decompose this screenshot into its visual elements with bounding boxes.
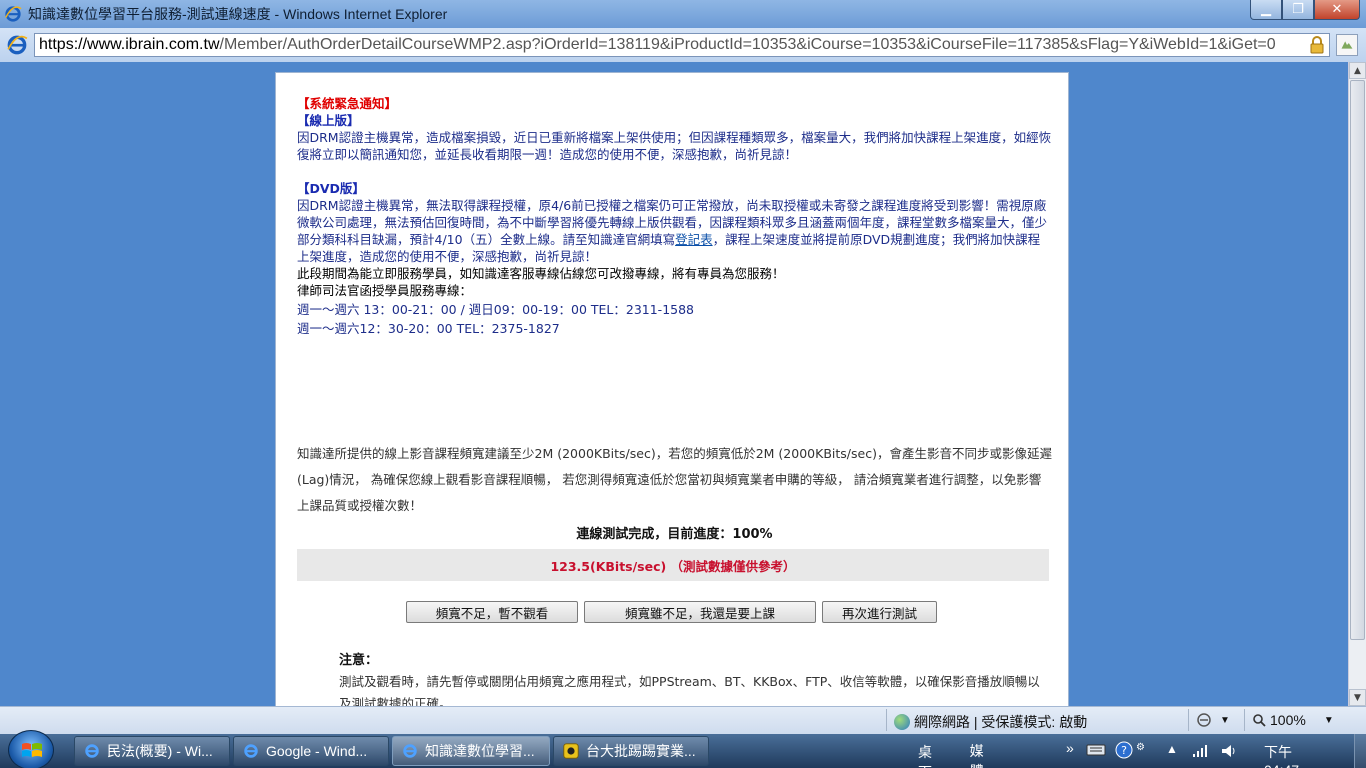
action-buttons: 頻寬不足，暫不觀看 頻寬雖不足，我還是要上課 再次進行測試 [406,601,937,623]
status-bar: 網際網路 | 受保護模式: 啟動 ▼ 100% ▼ [0,706,1366,734]
taskbar-item-ptt[interactable]: 台大批踢踢實業... [553,736,709,766]
taskbar-item-google[interactable]: Google - Wind... [233,736,389,766]
window-title: 知識達數位學習平台服務-測試連線速度 - Windows Internet Ex… [28,6,448,22]
dvd-text: 因DRM認證主機異常，無法取得課程授權，原4/6前已授權之檔案仍可正常撥放，尚未… [297,197,1052,265]
clock-time: 下午 04:47 [1264,744,1299,768]
library-toolbar[interactable]: 媒體櫃 [956,741,992,768]
tray-settings-icon[interactable]: ⚙ [1136,742,1145,753]
popup-blocker-icon[interactable] [1196,712,1214,728]
skip-viewing-button[interactable]: 頻寬不足，暫不觀看 [406,601,578,623]
show-hidden-icons[interactable]: ▲ [1166,742,1178,756]
note-text: 測試及觀看時，請先暫停或關閉佔用頻寬之應用程式，如PPStream、BT、KKB… [339,674,1040,706]
windows-logo-icon [22,743,42,757]
keyboard-icon[interactable] [1086,743,1106,757]
progress-title: 連線測試完成，目前進度：100% [576,527,773,542]
online-text: 因DRM認證主機異常，造成檔案損毀，近日已重新將檔案上架供使用；但因課程種類眾多… [297,130,1052,162]
speed-result: 123.5(KBits/sec) （測試數據僅供參考） [297,549,1049,581]
emergency-heading: 【系統緊急通知】 [297,96,398,111]
url-path: /Member/AuthOrderDetailCourseWMP2.asp?iO… [219,36,1276,53]
address-bar: https://www.ibrain.com.tw/Member/AuthOrd… [0,28,1366,62]
url-field[interactable]: https://www.ibrain.com.tw/Member/AuthOrd… [34,33,1330,57]
dvd-heading: 【DVD版】 [297,181,365,196]
emergency-notice: 【系統緊急通知】 【線上版】 因DRM認證主機異常，造成檔案損毀，近日已重新將檔… [297,95,1052,337]
svg-text:?: ? [1121,744,1127,757]
lawyer-line: 律師司法官函授學員服務專線： [297,283,473,298]
security-zone[interactable]: 網際網路 | 受保護模式: 啟動 [894,712,1087,732]
globe-icon [894,714,910,730]
start-button[interactable] [8,730,54,768]
taskbar-item-civil-law[interactable]: 民法(概要) - Wi... [74,736,230,766]
zoom-icon [1253,714,1266,727]
scroll-thumb[interactable] [1350,80,1365,640]
service-hours-1: 週一～週六 13：00-21：00 / 週日09：00-19：00 TEL：23… [297,302,695,317]
online-heading: 【線上版】 [297,113,360,128]
ie-icon [7,35,28,55]
scroll-down-arrow-icon[interactable]: ▼ [1349,689,1366,706]
scroll-up-arrow-icon[interactable]: ▲ [1349,62,1366,79]
toolbar-overflow-icon[interactable]: » [1066,740,1074,756]
taskbar: 民法(概要) - Wi... Google - Wind... 知識達數位學習.… [0,730,1366,768]
desktop-label: 桌面 [918,744,932,768]
minimize-button[interactable]: ▁ [1250,0,1282,20]
note-title: 注意： [339,653,379,668]
ie-icon [5,6,22,22]
zone-text: 網際網路 | 受保護模式: 啟動 [914,714,1088,730]
bandwidth-info: 知識達所提供的線上影音課程頻寬建議至少2M (2000KBits/sec)，若您… [297,446,1052,513]
compatibility-view-icon[interactable] [1336,34,1358,56]
desktop-toolbar[interactable]: 桌面 [918,742,932,768]
status-tools: ▼ [1196,712,1230,728]
show-desktop-button[interactable] [1354,734,1366,768]
url-host: https://www.ibrain.com.tw [39,36,220,53]
ie-icon [244,744,258,758]
taskbar-item-label: Google - Wind... [266,743,368,759]
taskbar-item-label: 知識達數位學習... [425,743,535,759]
taskbar-item-ibrain[interactable]: 知識達數位學習... [392,736,550,766]
ie-icon [403,744,417,758]
taskbar-item-label: 民法(概要) - Wi... [107,743,213,759]
lock-icon[interactable] [1306,34,1328,56]
pcman-icon [563,743,579,759]
continue-class-button[interactable]: 頻寬雖不足，我還是要上課 [584,601,816,623]
chevron-down-icon[interactable]: ▼ [1324,715,1334,726]
network-icon[interactable] [1192,744,1208,758]
folder-icon [956,763,966,768]
retest-button[interactable]: 再次進行測試 [822,601,937,623]
library-label: 媒體櫃 [969,743,984,768]
restore-button[interactable]: ❐ [1282,0,1314,20]
chevron-down-icon[interactable]: ▼ [1220,715,1230,726]
register-form-link[interactable]: 登記表 [675,232,713,247]
page-content: 【系統緊急通知】 【線上版】 因DRM認證主機異常，造成檔案損毀，近日已重新將檔… [275,72,1069,706]
ie-icon [85,744,99,758]
service-text: 此段期間為能立即服務學員，如知識達客服專線佔線您可改撥專線，將有專員為您服務！ [297,266,785,281]
title-bar: 知識達數位學習平台服務-測試連線速度 - Windows Internet Ex… [0,0,1366,28]
close-button[interactable]: ✕ [1314,0,1360,20]
zoom-control[interactable]: 100% ▼ [1252,712,1334,728]
zoom-level: 100% [1270,712,1306,728]
service-hours-2: 週一～週六12：30-20：00 TEL：2375-1827 [297,321,560,336]
vertical-scrollbar[interactable]: ▲ ▼ [1348,62,1366,706]
help-icon[interactable]: ? [1114,740,1134,760]
taskbar-item-label: 台大批踢踢實業... [586,743,696,759]
browser-viewport: 【系統緊急通知】 【線上版】 因DRM認證主機異常，造成檔案損毀，近日已重新將檔… [0,62,1366,706]
volume-icon[interactable] [1220,743,1238,759]
clock[interactable]: 下午 04:47 [1264,742,1299,768]
